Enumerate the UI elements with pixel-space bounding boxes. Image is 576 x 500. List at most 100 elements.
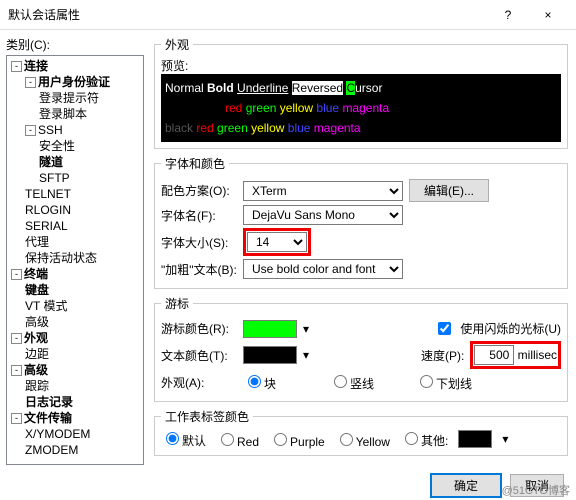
font-size-select[interactable]: 14 [247,232,307,252]
tree-item[interactable]: 隧道 [39,154,141,170]
look-opt-underline[interactable]: 下划线 [415,372,491,392]
ok-button[interactable]: 确定 [430,473,502,498]
tree-item[interactable]: -外观边距 [11,330,141,362]
help-button[interactable]: ? [488,0,528,30]
tree-label: 日志记录 [25,395,73,409]
tree-item[interactable]: 代理 [25,234,141,250]
pv-underline: Underline [237,81,288,95]
preview-line3: black red green yellow blue magenta [165,118,557,138]
category-label: 类别(C): [6,36,144,53]
tree-item[interactable]: 键盘 [25,282,141,298]
tree-item[interactable]: SFTP [39,170,141,186]
font-select[interactable]: DejaVu Sans Mono [243,205,403,225]
tree-label: 登录提示符 [39,91,99,105]
tree-item[interactable]: 登录脚本 [39,106,141,122]
speed-unit: millisec [518,348,557,362]
tree-item[interactable]: -用户身份验证登录提示符登录脚本 [25,74,141,122]
tree-item[interactable]: TELNET [25,186,141,202]
tree-label: 外观 [24,331,48,345]
preview-box: Normal Bold Underline Reversed Cursor re… [161,74,561,142]
tab-opt-red[interactable]: Red [216,430,259,449]
bold-select[interactable]: Use bold color and font [243,259,403,279]
tree-item[interactable]: ZMODEM [25,442,141,458]
scheme-label: 配色方案(O): [161,182,237,199]
close-button[interactable]: × [528,0,568,30]
tree-item[interactable]: -SSH 安全性隧道SFTP [25,122,141,186]
blink-checkbox[interactable] [438,322,451,335]
tree-label: 文件传输 [24,411,72,425]
tab-opt-default[interactable]: 默认 [161,429,206,449]
tree-item[interactable]: 安全性 [39,138,141,154]
speed-label: 速度(P): [421,347,464,364]
look-opt-vline[interactable]: 竖线 [329,372,405,392]
tree-label: 跟踪 [25,379,49,393]
tab-opt-yellow[interactable]: Yellow [335,430,390,449]
tree-label: 用户身份验证 [38,75,110,89]
font-size-label: 字体大小(S): [161,234,237,251]
tree-item[interactable]: 边距 [25,346,141,362]
edit-button[interactable]: 编辑(E)... [409,179,489,202]
tree-label: 边距 [25,347,49,361]
tree-item[interactable]: VT 模式 [25,298,141,314]
tree-item[interactable]: 保持活动状态 [25,250,141,266]
scheme-select[interactable]: XTerm [243,181,403,201]
tree-item[interactable]: RLOGIN [25,202,141,218]
tree-item[interactable]: -高级跟踪日志记录 [11,362,141,410]
pv-normal: Normal [165,81,204,95]
tree-item[interactable]: -文件传输 X/YMODEMZMODEM [11,410,141,458]
tree-item[interactable]: 高级 [25,314,141,330]
tree-toggle-icon[interactable]: - [25,77,36,88]
size-highlight: 14 [243,228,311,256]
tree-item[interactable]: 登录提示符 [39,90,141,106]
tree-item[interactable]: -终端键盘 VT 模式高级 [11,266,141,330]
tree-label: SSH [38,123,63,137]
font-name-label: 字体名(F): [161,207,237,224]
tree-toggle-icon[interactable]: - [25,125,36,136]
pv-cursor-rest: ursor [355,81,382,95]
tree-label: 终端 [24,267,48,281]
tree-label: 连接 [24,59,48,73]
preview-label: 预览: [161,57,561,74]
tree-label: 安全性 [39,139,75,153]
look-opt-block[interactable]: 块 [243,372,319,392]
bold-label: "加粗"文本(B): [161,261,237,278]
tree-toggle-icon[interactable]: - [11,365,22,376]
cursor-group: 游标 游标颜色(R): ▾ 使用闪烁的光标(U) 文本颜色(T): ▾ 速度(P… [154,295,568,402]
tree-label: 代理 [25,235,49,249]
tree-toggle-icon[interactable]: - [11,333,22,344]
category-tree[interactable]: -连接-用户身份验证登录提示符登录脚本-SSH安全性隧道SFTPTELNETRL… [6,55,144,465]
tree-label: SERIAL [25,219,68,233]
pv-reversed: Reversed [292,81,343,95]
tree-label: SFTP [39,171,70,185]
appearance-group: 外观 预览: Normal Bold Underline Reversed Cu… [154,36,568,149]
tree-toggle-icon[interactable]: - [11,61,22,72]
other-color-swatch[interactable] [458,430,492,448]
tree-item[interactable]: 跟踪 [25,378,141,394]
tree-toggle-icon[interactable]: - [11,269,22,280]
tree-label: 保持活动状态 [25,251,97,265]
preview-line2: red green yellow blue magenta [165,98,557,118]
tree-label: TELNET [25,187,71,201]
tree-label: 键盘 [25,283,49,297]
tab-radios: 默认 Red Purple Yellow 其他: ▾ [161,429,561,449]
tree-label: X/YMODEM [25,427,90,441]
titlebar: 默认会话属性 ? × [0,0,576,30]
blink-label: 使用闪烁的光标(U) [460,320,561,337]
speed-highlight: millisec [470,341,561,369]
tree-label: VT 模式 [25,299,67,313]
text-color-label: 文本颜色(T): [161,347,237,364]
tree-item[interactable]: -连接-用户身份验证登录提示符登录脚本-SSH安全性隧道SFTPTELNETRL… [11,58,141,266]
font-legend: 字体和颜色 [161,155,229,172]
text-color-swatch[interactable] [243,346,297,364]
tree-toggle-icon[interactable]: - [11,413,22,424]
speed-input[interactable] [474,345,514,365]
tree-item[interactable]: 日志记录 [25,394,141,410]
cursor-color-swatch[interactable] [243,320,297,338]
tree-label: 登录脚本 [39,107,87,121]
tree-item[interactable]: SERIAL [25,218,141,234]
font-group: 字体和颜色 配色方案(O): XTerm 编辑(E)... 字体名(F): De… [154,155,568,289]
tab-opt-purple[interactable]: Purple [269,430,325,449]
tab-opt-other[interactable]: 其他: [400,429,448,449]
tree-item[interactable]: X/YMODEM [25,426,141,442]
tree-label: RLOGIN [25,203,71,217]
